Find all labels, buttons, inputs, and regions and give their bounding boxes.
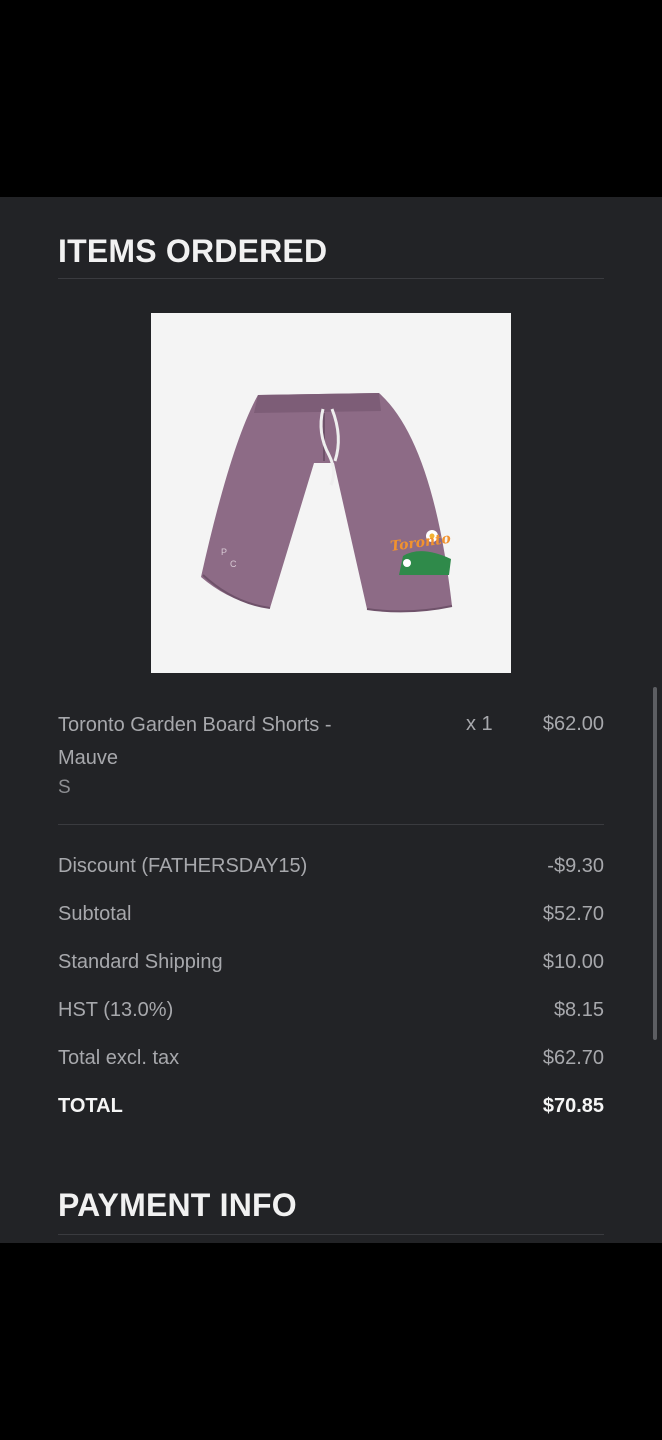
tax-row: HST (13.0%) $8.15	[58, 997, 604, 1023]
tax-value: $8.15	[553, 998, 604, 1021]
shipping-value: $10.00	[542, 950, 604, 973]
subtotal-value: $52.70	[542, 902, 604, 925]
scrollbar-thumb[interactable]	[653, 687, 657, 1040]
payment-info-title: PAYMENT INFO	[58, 1187, 297, 1223]
title-divider	[58, 278, 604, 279]
total-excl-tax-value: $62.70	[542, 1046, 604, 1069]
payment-divider	[58, 1234, 604, 1235]
item-price: $62.00	[542, 713, 604, 735]
tax-label: HST (13.0%)	[58, 998, 174, 1021]
total-value: $70.85	[542, 1094, 604, 1117]
total-excl-tax-label: Total excl. tax	[58, 1046, 180, 1069]
discount-row: Discount (FATHERSDAY15) -$9.30	[58, 853, 604, 879]
small-flower-icon	[403, 559, 411, 567]
discount-value: -$9.30	[547, 854, 604, 877]
total-label: TOTAL	[58, 1094, 123, 1117]
item-variant: S	[58, 777, 71, 798]
bottom-letterbox	[0, 1243, 662, 1440]
pc-logo-mark-2: C	[230, 559, 237, 569]
shorts-body	[201, 393, 452, 612]
pc-logo-mark: P	[221, 547, 227, 557]
shorts-illustration: P C Toronto	[201, 393, 453, 613]
order-details-panel[interactable]: ITEMS ORDERED P C Toronto Toronto Garden…	[0, 197, 662, 1243]
top-letterbox	[0, 0, 662, 197]
discount-label: Discount (FATHERSDAY15)	[58, 854, 308, 877]
item-name: Toronto Garden Board Shorts - Mauve	[58, 714, 332, 769]
shipping-label: Standard Shipping	[58, 950, 223, 973]
item-quantity: x 1	[466, 713, 493, 735]
subtotal-label: Subtotal	[58, 902, 132, 925]
shipping-row: Standard Shipping $10.00	[58, 949, 604, 975]
total-row: TOTAL $70.85	[58, 1093, 604, 1119]
waistband	[254, 393, 381, 413]
total-excl-tax-row: Total excl. tax $62.70	[58, 1045, 604, 1071]
product-image[interactable]: P C Toronto	[151, 313, 511, 673]
item-divider	[58, 824, 604, 825]
subtotal-row: Subtotal $52.70	[58, 901, 604, 927]
items-ordered-title: ITEMS ORDERED	[58, 233, 328, 269]
